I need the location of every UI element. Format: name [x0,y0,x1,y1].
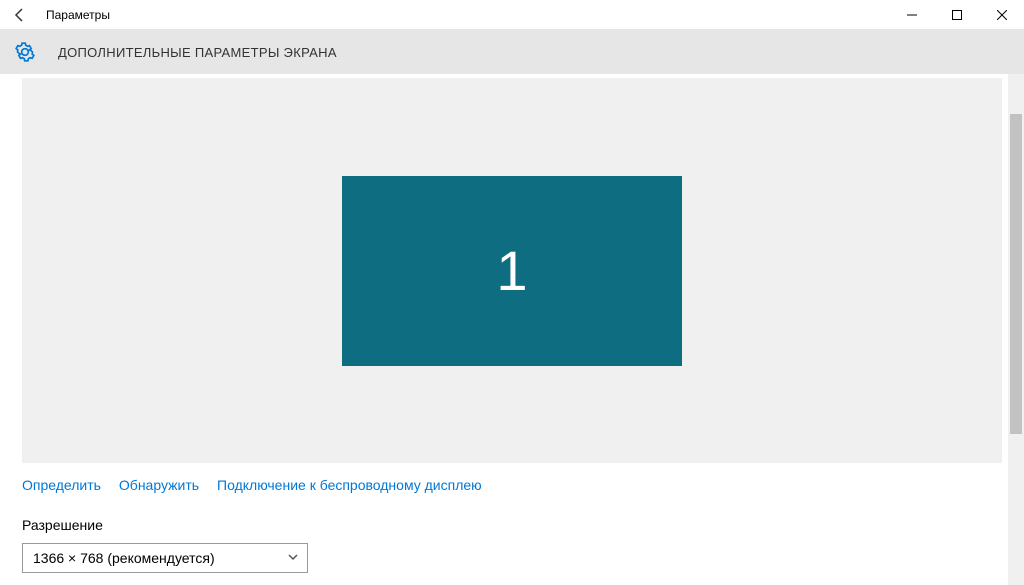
page-title: ДОПОЛНИТЕЛЬНЫЕ ПАРАМЕТРЫ ЭКРАНА [58,45,337,60]
window-title: Параметры [46,8,110,22]
identify-link[interactable]: Определить [22,477,101,493]
settings-gear-icon [14,41,36,63]
scrollbar-thumb[interactable] [1010,114,1022,434]
window-controls [889,0,1024,30]
close-icon [997,10,1007,20]
maximize-button[interactable] [934,0,979,30]
chevron-down-icon [287,550,299,566]
display-action-links: Определить Обнаружить Подключение к бесп… [22,477,1002,493]
back-button[interactable] [0,0,40,30]
resolution-label: Разрешение [22,517,1002,533]
close-button[interactable] [979,0,1024,30]
page-header: ДОПОЛНИТЕЛЬНЫЕ ПАРАМЕТРЫ ЭКРАНА [0,30,1024,74]
detect-link[interactable]: Обнаружить [119,477,199,493]
vertical-scrollbar[interactable] [1008,74,1024,585]
resolution-dropdown[interactable]: 1366 × 768 (рекомендуется) [22,543,308,573]
back-arrow-icon [12,7,28,23]
minimize-icon [907,10,917,20]
maximize-icon [952,10,962,20]
resolution-selected-value: 1366 × 768 (рекомендуется) [33,550,215,566]
titlebar: Параметры [0,0,1024,30]
display-preview-area: 1 [22,78,1002,463]
wireless-display-link[interactable]: Подключение к беспроводному дисплею [217,477,482,493]
monitor-preview[interactable]: 1 [342,176,682,366]
content-area: 1 Определить Обнаружить Подключение к бе… [0,74,1024,585]
monitor-number: 1 [496,238,527,303]
minimize-button[interactable] [889,0,934,30]
